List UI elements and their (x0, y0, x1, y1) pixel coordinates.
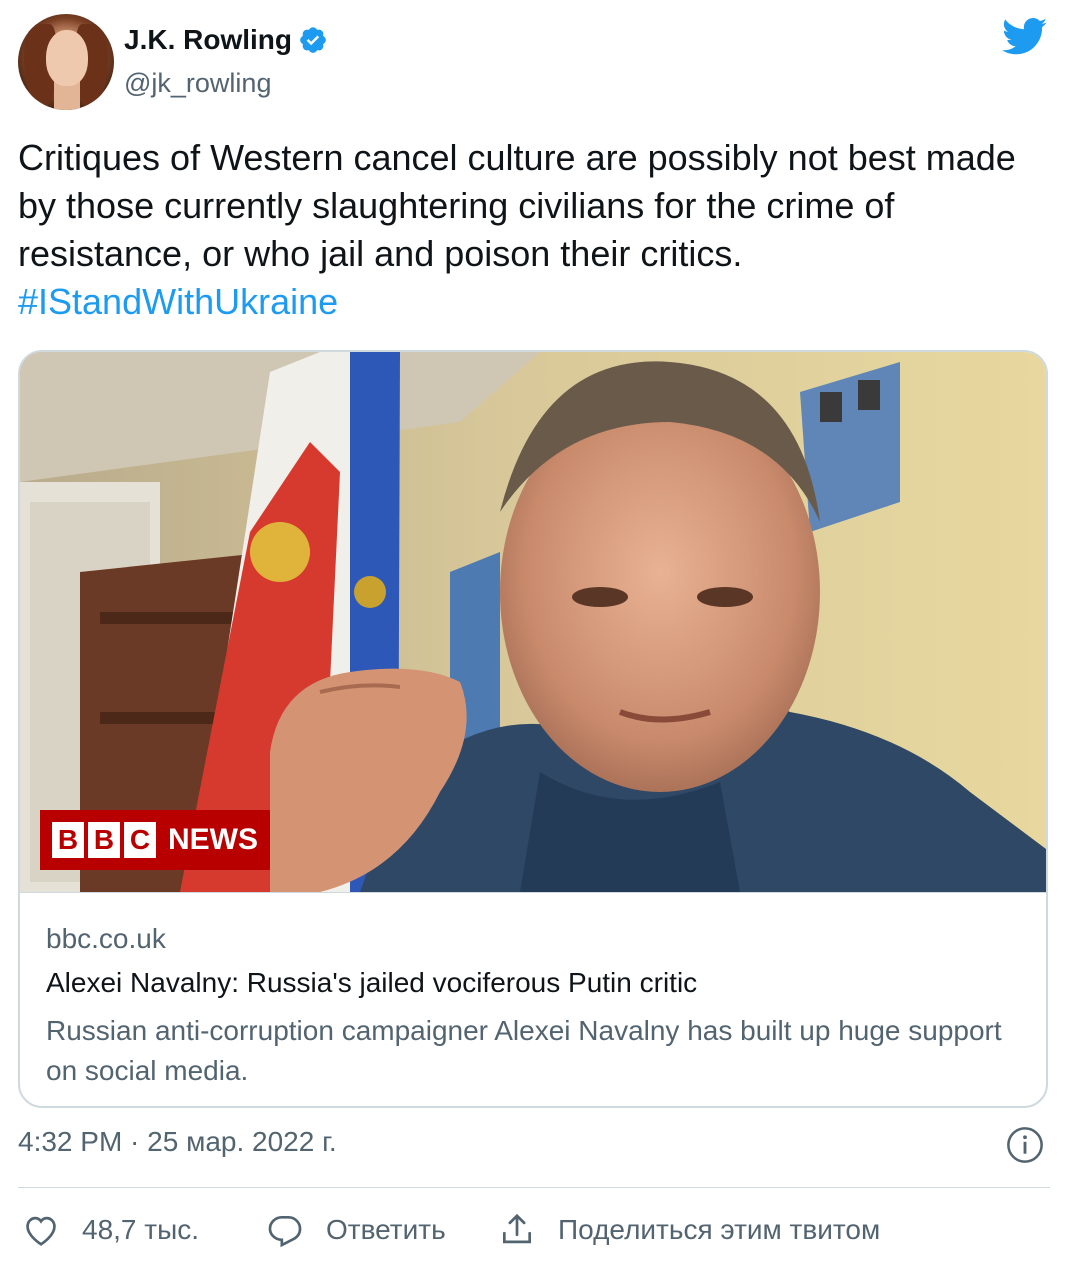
author-avatar[interactable] (18, 14, 114, 110)
author-name[interactable]: J.K. Rowling (124, 24, 292, 56)
like-button[interactable]: 48,7 тыс. (22, 1204, 199, 1256)
bbc-logo-letter: B (52, 822, 84, 858)
bbc-logo-news: NEWS (168, 823, 258, 856)
card-domain: bbc.co.uk (46, 923, 166, 954)
reply-bubble-icon (268, 1215, 302, 1248)
tweet-timestamp[interactable]: 4:32 PM · 25 мар. 2022 г. (18, 1126, 337, 1158)
hashtag-link[interactable]: #IStandWithUkraine (18, 278, 1054, 326)
share-icon (502, 1213, 532, 1244)
heart-icon (26, 1216, 56, 1246)
twitter-bird-icon[interactable] (1002, 18, 1048, 56)
card-image[interactable]: B B C NEWS (20, 352, 1046, 892)
bbc-logo-letter: B (88, 822, 120, 858)
link-card[interactable]: B B C NEWS bbc.co.uk Alexei Navalny: Rus… (18, 350, 1048, 1108)
like-count: 48,7 тыс. (82, 1214, 200, 1245)
bbc-logo-letter: C (124, 822, 156, 858)
card-title[interactable]: Alexei Navalny: Russia's jailed vocifero… (46, 967, 697, 999)
tweet-actions: 48,7 тыс. Ответить Поделиться этим твито… (18, 1204, 1058, 1256)
verified-badge-icon (300, 27, 326, 53)
bbc-news-logo: B B C NEWS (40, 810, 270, 870)
tweet-header: J.K. Rowling @jk_rowling (18, 12, 1052, 112)
reply-label: Ответить (326, 1214, 446, 1245)
tweet-text: Critiques of Western cancel culture are … (18, 134, 1054, 326)
share-button[interactable]: Поделиться этим твитом (498, 1204, 880, 1256)
card-description: Russian anti-corruption campaigner Alexe… (46, 1015, 1002, 1086)
author-name-row[interactable]: J.K. Rowling (124, 24, 328, 56)
info-icon[interactable] (1006, 1126, 1044, 1164)
author-handle[interactable]: @jk_rowling (124, 68, 271, 99)
reply-button[interactable]: Ответить (266, 1204, 446, 1256)
card-meta[interactable]: bbc.co.uk Alexei Navalny: Russia's jaile… (20, 892, 1046, 1106)
divider (18, 1187, 1050, 1188)
tweet-body: Critiques of Western cancel culture are … (18, 137, 1016, 274)
share-label: Поделиться этим твитом (558, 1214, 881, 1245)
